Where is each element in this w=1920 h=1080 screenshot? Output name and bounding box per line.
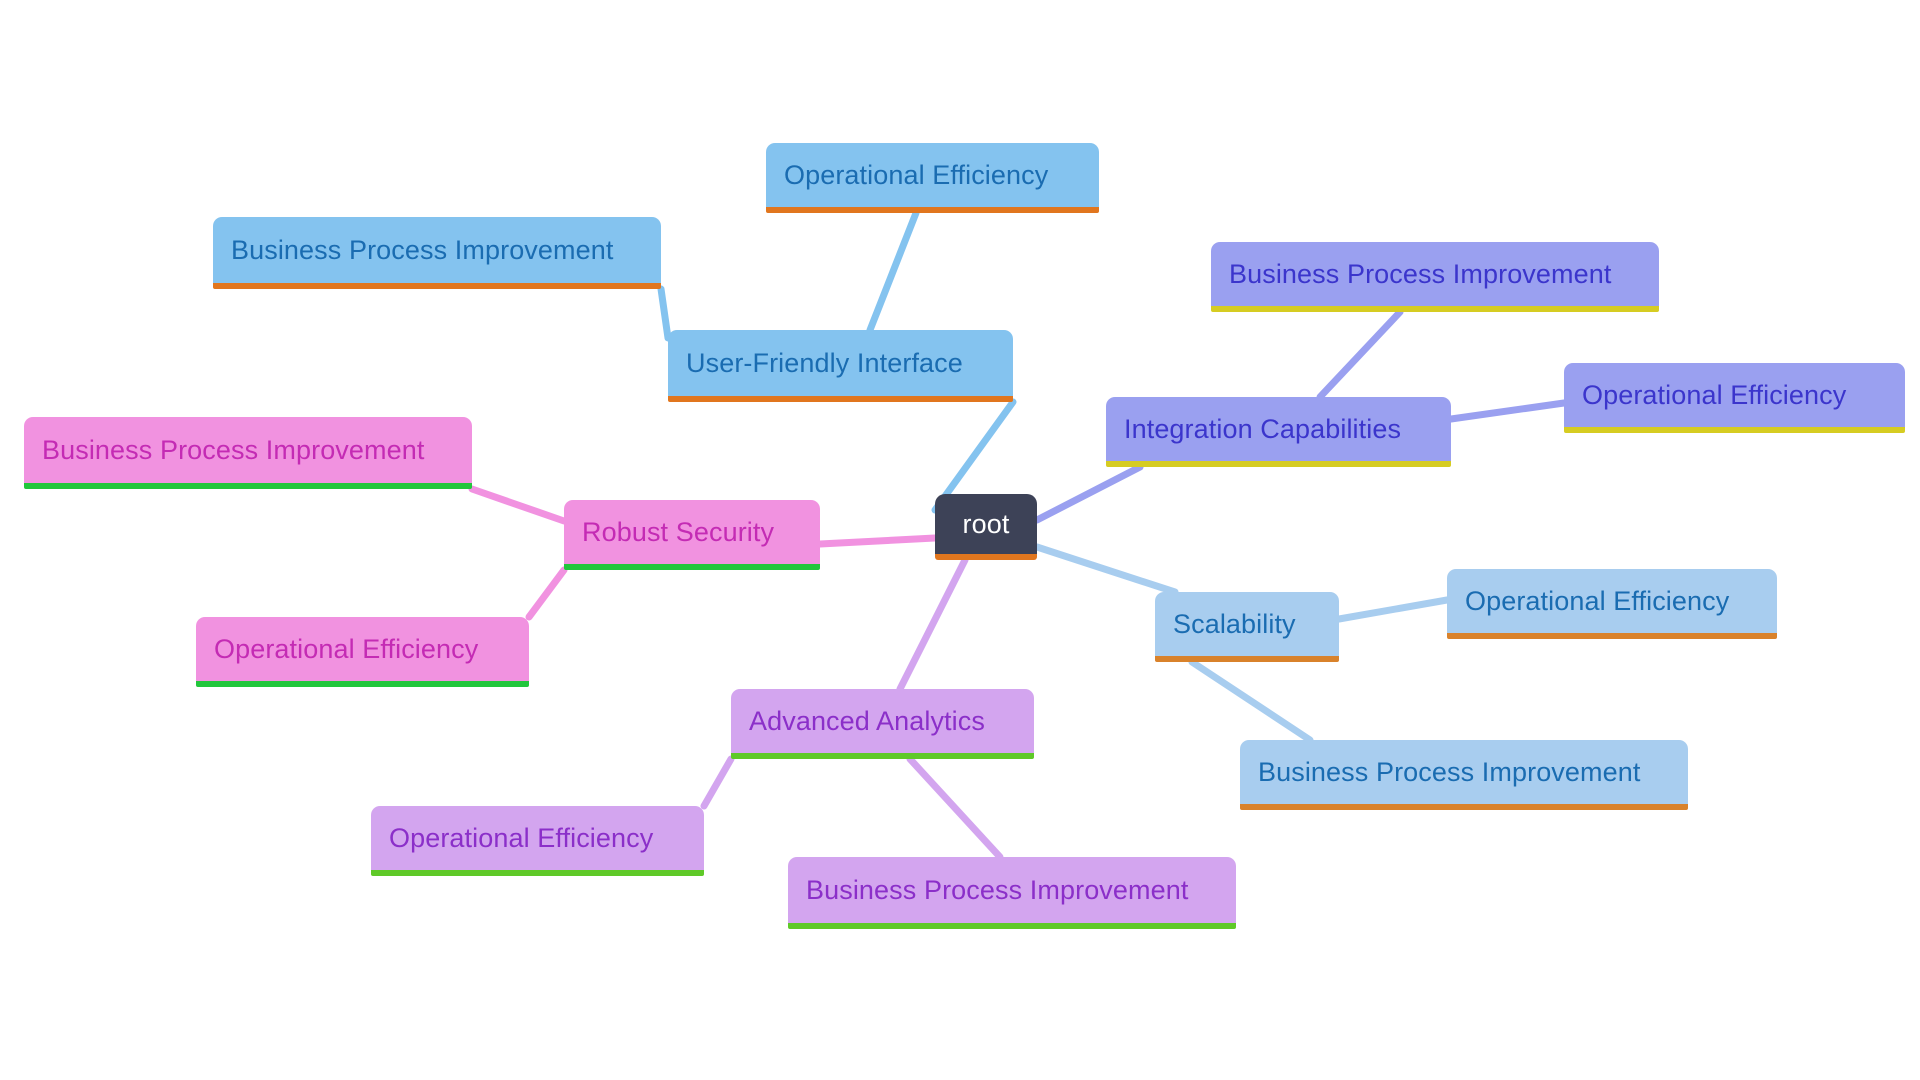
mindmap-node-sc-business-process-improvement[interactable]: Business Process Improvement xyxy=(1240,740,1688,810)
mindmap-edge xyxy=(1316,308,1404,401)
mindmap-node-label: Operational Efficiency xyxy=(784,159,1049,190)
mindmap-edge xyxy=(866,209,920,334)
mindmap-node-label: Operational Efficiency xyxy=(1465,585,1730,616)
mindmap-node-ic-operational-efficiency[interactable]: Operational Efficiency xyxy=(1564,363,1905,433)
mindmap-edge xyxy=(700,755,735,810)
mindmap-node-integration-capabilities[interactable]: Integration Capabilities xyxy=(1106,397,1451,467)
mindmap-edge xyxy=(468,485,568,525)
mindmap-node-label: Business Process Improvement xyxy=(1229,258,1612,289)
mindmap-edge xyxy=(906,755,1004,861)
mindmap-edge xyxy=(1188,658,1314,744)
mindmap-node-label: Operational Efficiency xyxy=(1582,379,1847,410)
mindmap-node-label: Operational Efficiency xyxy=(389,822,654,853)
mindmap-node-label: Scalability xyxy=(1173,608,1296,639)
mindmap-node-aa-business-process-improvement[interactable]: Business Process Improvement xyxy=(788,857,1236,929)
mindmap-node-scalability[interactable]: Scalability xyxy=(1155,592,1339,662)
mindmap-node-label: Business Process Improvement xyxy=(231,234,614,265)
mindmap-node-label: Advanced Analytics xyxy=(749,705,985,736)
mindmap-edge xyxy=(896,556,969,693)
mindmap-node-root[interactable]: root xyxy=(935,494,1037,560)
mindmap-canvas: root User-Friendly Interface Operational E… xyxy=(0,0,1920,1080)
mindmap-node-rs-business-process-improvement[interactable]: Business Process Improvement xyxy=(24,417,472,489)
mindmap-node-label: Business Process Improvement xyxy=(42,434,425,465)
mindmap-node-sc-operational-efficiency[interactable]: Operational Efficiency xyxy=(1447,569,1777,639)
mindmap-node-aa-operational-efficiency[interactable]: Operational Efficiency xyxy=(371,806,704,876)
mindmap-edge xyxy=(657,285,672,342)
mindmap-edge xyxy=(525,566,568,621)
mindmap-node-label: Operational Efficiency xyxy=(214,633,479,664)
mindmap-node-rs-operational-efficiency[interactable]: Operational Efficiency xyxy=(196,617,529,687)
mindmap-node-user-friendly-interface[interactable]: User-Friendly Interface xyxy=(668,330,1013,402)
mindmap-node-label: root xyxy=(962,508,1010,539)
mindmap-node-label: Business Process Improvement xyxy=(806,874,1189,905)
mindmap-node-label: Business Process Improvement xyxy=(1258,756,1641,787)
mindmap-node-label: Integration Capabilities xyxy=(1124,413,1402,444)
mindmap-node-ufi-operational-efficiency[interactable]: Operational Efficiency xyxy=(766,143,1099,213)
mindmap-edge xyxy=(1335,596,1451,623)
mindmap-node-label: Robust Security xyxy=(582,516,775,547)
mindmap-edge xyxy=(1447,399,1568,423)
mindmap-node-advanced-analytics[interactable]: Advanced Analytics xyxy=(731,689,1034,759)
mindmap-edge xyxy=(1033,463,1144,524)
mindmap-node-ic-business-process-improvement[interactable]: Business Process Improvement xyxy=(1211,242,1659,312)
mindmap-node-label: User-Friendly Interface xyxy=(686,347,963,378)
mindmap-node-robust-security[interactable]: Robust Security xyxy=(564,500,820,570)
mindmap-edge xyxy=(1033,543,1179,596)
mindmap-node-ufi-business-process-improvement[interactable]: Business Process Improvement xyxy=(213,217,661,289)
mindmap-edge xyxy=(816,534,939,548)
